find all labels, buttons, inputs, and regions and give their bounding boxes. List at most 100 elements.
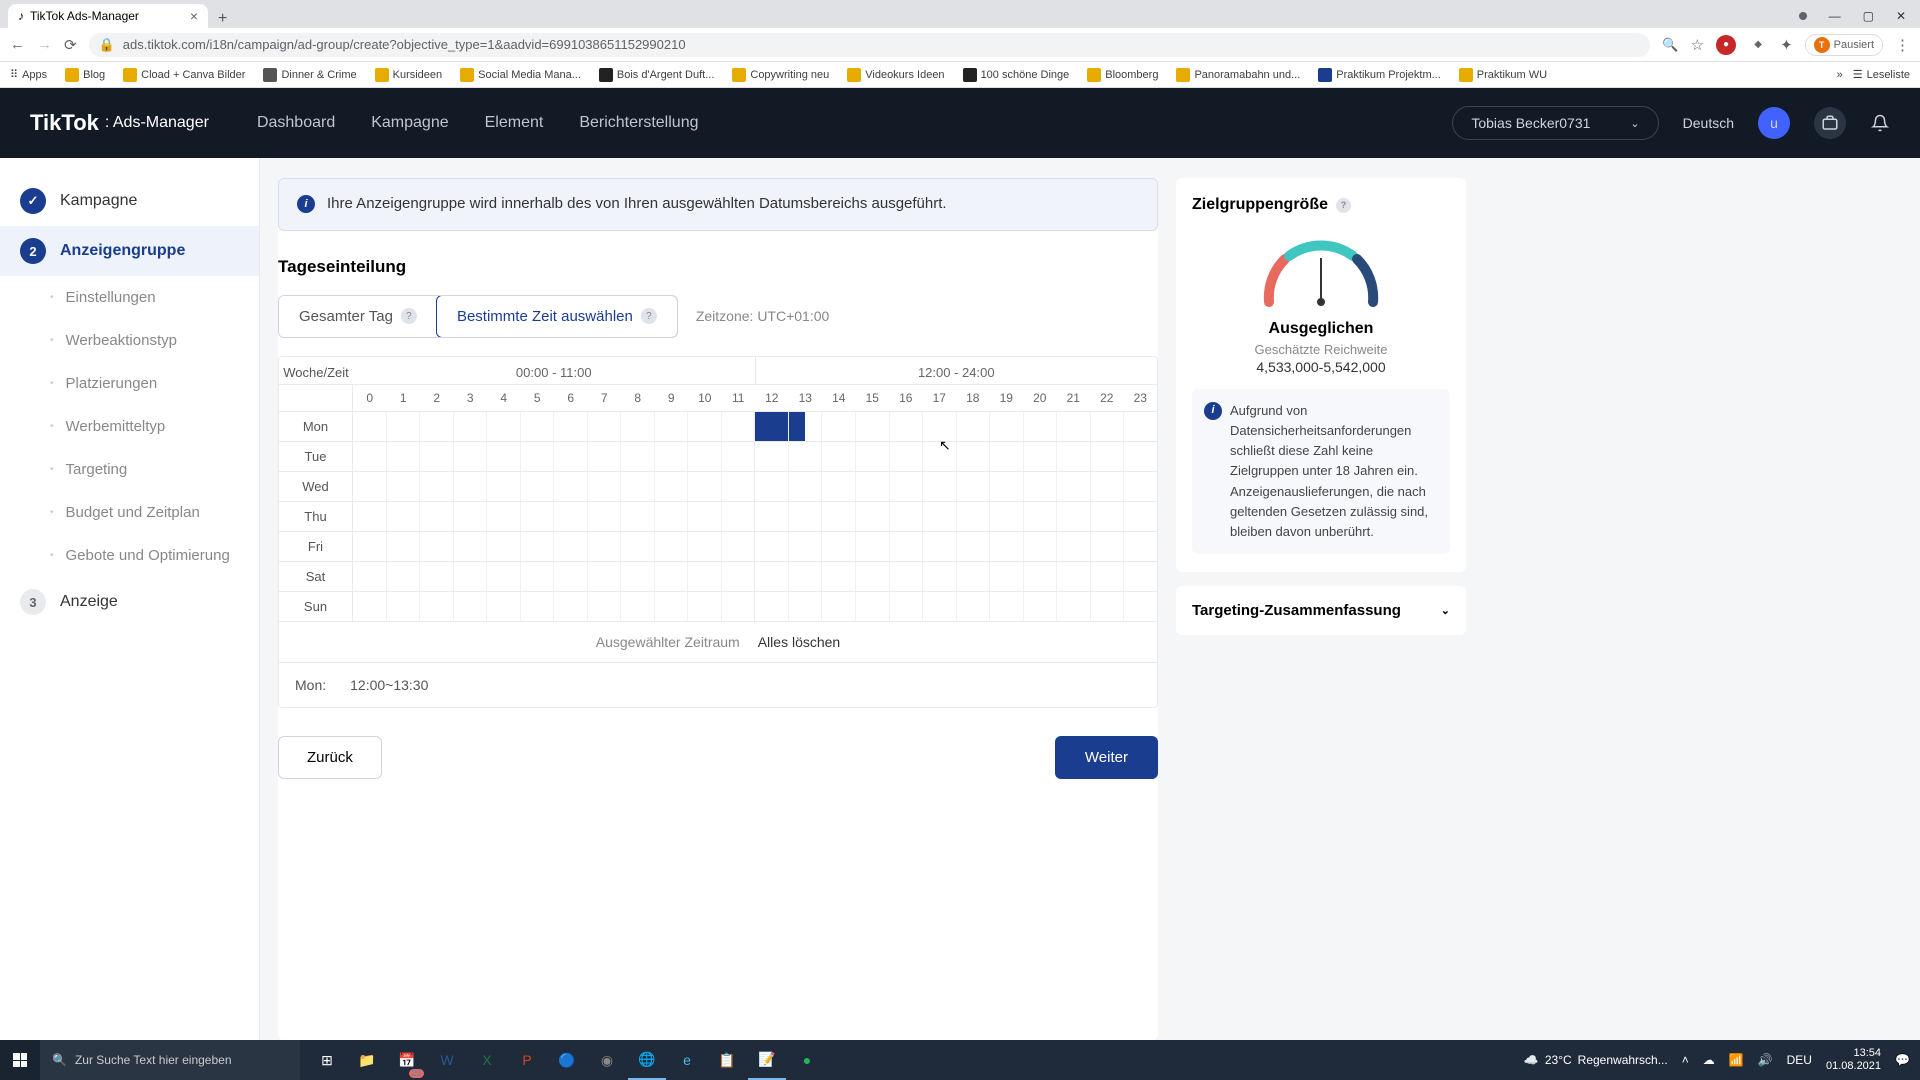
schedule-cell[interactable] — [805, 562, 822, 591]
schedule-cell[interactable] — [503, 442, 520, 471]
schedule-cell[interactable] — [503, 532, 520, 561]
schedule-cell[interactable] — [1140, 472, 1156, 501]
schedule-cell[interactable] — [570, 472, 587, 501]
schedule-cell[interactable] — [957, 562, 973, 591]
start-button[interactable] — [0, 1040, 40, 1080]
schedule-cell[interactable] — [604, 502, 621, 531]
taskview-icon[interactable]: ⊞ — [308, 1040, 346, 1080]
schedule-cell[interactable] — [588, 472, 604, 501]
schedule-cell[interactable] — [789, 412, 805, 441]
schedule-cell[interactable] — [805, 442, 822, 471]
schedule-cell[interactable] — [939, 412, 956, 441]
schedule-cell[interactable] — [588, 442, 604, 471]
bookmark-item[interactable]: Bois d'Argent Duft... — [599, 68, 714, 82]
profile-paused-badge[interactable]: T Pausiert — [1805, 34, 1883, 56]
schedule-cell[interactable] — [688, 472, 704, 501]
schedule-cell[interactable] — [990, 412, 1006, 441]
schedule-cell[interactable] — [604, 442, 621, 471]
schedule-cell[interactable] — [906, 532, 923, 561]
schedule-cell[interactable] — [1091, 442, 1107, 471]
schedule-cell[interactable] — [588, 502, 604, 531]
schedule-cell[interactable] — [1040, 442, 1057, 471]
nav-campaign[interactable]: Kampagne — [371, 114, 448, 132]
schedule-cell[interactable] — [1073, 592, 1090, 621]
extension-icon[interactable]: ◆ — [1748, 35, 1768, 55]
substep-promo-type[interactable]: Werbeaktionstyp — [30, 319, 259, 362]
schedule-cell[interactable] — [420, 502, 436, 531]
schedule-cell[interactable] — [537, 592, 554, 621]
schedule-cell[interactable] — [805, 502, 822, 531]
schedule-cell[interactable] — [1073, 532, 1090, 561]
schedule-cell[interactable] — [772, 442, 789, 471]
schedule-cell[interactable] — [1006, 592, 1023, 621]
schedule-cell[interactable] — [420, 442, 436, 471]
schedule-cell[interactable] — [1140, 532, 1156, 561]
schedule-cell[interactable] — [554, 442, 570, 471]
schedule-cell[interactable] — [957, 472, 973, 501]
menu-dots-icon[interactable]: ⋮ — [1895, 36, 1910, 54]
schedule-cell[interactable] — [805, 412, 822, 441]
schedule-cell[interactable] — [722, 562, 738, 591]
schedule-cell[interactable] — [588, 562, 604, 591]
schedule-cell[interactable] — [973, 532, 990, 561]
schedule-cell[interactable] — [454, 412, 470, 441]
schedule-cell[interactable] — [554, 412, 570, 441]
schedule-cell[interactable] — [957, 442, 973, 471]
schedule-cell[interactable] — [722, 532, 738, 561]
schedule-cell[interactable] — [856, 472, 872, 501]
schedule-cell[interactable] — [856, 532, 872, 561]
schedule-cell[interactable] — [1091, 562, 1107, 591]
schedule-cell[interactable] — [387, 442, 403, 471]
schedule-cell[interactable] — [755, 502, 771, 531]
schedule-cell[interactable] — [939, 472, 956, 501]
schedule-cell[interactable] — [890, 532, 906, 561]
schedule-cell[interactable] — [454, 502, 470, 531]
schedule-cell[interactable] — [503, 562, 520, 591]
schedule-cell[interactable] — [353, 532, 369, 561]
schedule-cell[interactable] — [772, 592, 789, 621]
schedule-cell[interactable] — [1040, 562, 1057, 591]
schedule-cell[interactable] — [772, 472, 789, 501]
schedule-cell[interactable] — [1057, 562, 1073, 591]
schedule-cell[interactable] — [872, 412, 889, 441]
wifi-icon[interactable]: 📶 — [1729, 1053, 1744, 1067]
schedule-cell[interactable] — [755, 532, 771, 561]
schedule-cell[interactable] — [973, 502, 990, 531]
schedule-cell[interactable] — [890, 412, 906, 441]
schedule-cell[interactable] — [822, 592, 838, 621]
schedule-cell[interactable] — [1006, 502, 1023, 531]
schedule-cell[interactable] — [1091, 532, 1107, 561]
account-selector[interactable]: Tobias Becker0731 ⌄ — [1452, 106, 1658, 140]
schedule-cell[interactable] — [353, 592, 369, 621]
schedule-cell[interactable] — [570, 592, 587, 621]
schedule-cell[interactable] — [705, 562, 722, 591]
schedule-cell[interactable] — [655, 532, 671, 561]
schedule-cell[interactable] — [738, 562, 755, 591]
address-bar[interactable]: 🔒 ads.tiktok.com/i18n/campaign/ad-group/… — [89, 33, 1651, 57]
schedule-cell[interactable] — [923, 442, 939, 471]
window-close-icon[interactable]: ✕ — [1896, 9, 1906, 23]
schedule-cell[interactable] — [387, 562, 403, 591]
nav-reporting[interactable]: Berichterstellung — [579, 114, 698, 132]
schedule-cell[interactable] — [738, 442, 755, 471]
schedule-cell[interactable] — [923, 592, 939, 621]
schedule-cell[interactable] — [789, 442, 805, 471]
schedule-cell[interactable] — [353, 412, 369, 441]
schedule-cell[interactable] — [470, 592, 487, 621]
schedule-cell[interactable] — [906, 472, 923, 501]
schedule-cell[interactable] — [957, 502, 973, 531]
schedule-cell[interactable] — [604, 592, 621, 621]
substep-bids-optimization[interactable]: Gebote und Optimierung — [30, 534, 259, 577]
schedule-cell[interactable] — [521, 472, 537, 501]
new-tab-button[interactable]: + — [208, 10, 237, 28]
schedule-cell[interactable] — [1107, 502, 1124, 531]
extensions-puzzle-icon[interactable]: ✦ — [1780, 36, 1793, 54]
schedule-cell[interactable] — [671, 592, 688, 621]
schedule-cell[interactable] — [1107, 442, 1124, 471]
schedule-cell[interactable] — [420, 592, 436, 621]
schedule-cell[interactable] — [638, 562, 655, 591]
schedule-cell[interactable] — [470, 502, 487, 531]
calendar-icon[interactable]: 📅23 — [388, 1040, 426, 1080]
schedule-cell[interactable] — [1024, 472, 1040, 501]
schedule-cell[interactable] — [856, 442, 872, 471]
